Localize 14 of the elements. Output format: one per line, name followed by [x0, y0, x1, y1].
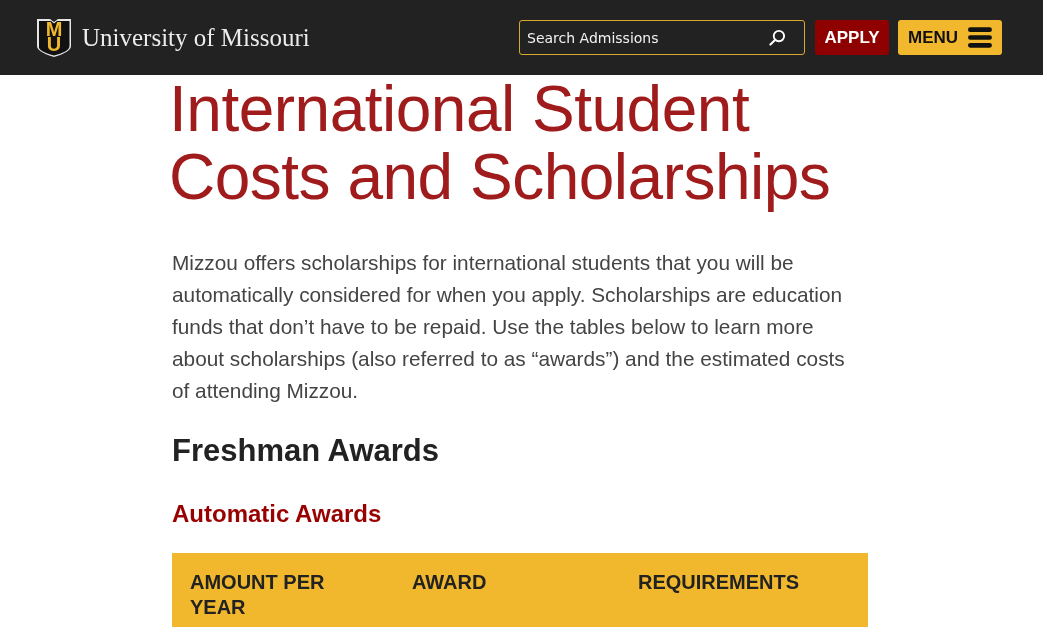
university-name[interactable]: University of Missouri — [82, 24, 310, 52]
shield-logo[interactable]: M U — [37, 19, 71, 57]
page-title: International Student Costs and Scholarships — [169, 75, 832, 211]
section-heading: Freshman Awards — [172, 432, 441, 470]
column-header: AMOUNT PER YEAR — [189, 570, 326, 620]
menu-icon — [968, 27, 992, 48]
intro-paragraph: Mizzou offers scholarships for international students that you will be automatically considered for when you apply. Scholarships are education funds that don’t have to be repaid. Use the tables below to learn more about scholarships (also referred to as “awards”) and the estimated costs of attending Mizzou. — [172, 250, 846, 404]
subsection-heading: Automatic Awards — [172, 499, 383, 529]
column-header: REQUIREMENTS — [637, 570, 801, 595]
apply-button[interactable]: APPLY — [815, 20, 889, 55]
column-header: AWARD — [411, 570, 488, 595]
search-field[interactable]: Search Admissions — [519, 20, 805, 55]
menu-button[interactable]: MENU — [898, 20, 1002, 55]
search-icon[interactable] — [769, 29, 786, 46]
